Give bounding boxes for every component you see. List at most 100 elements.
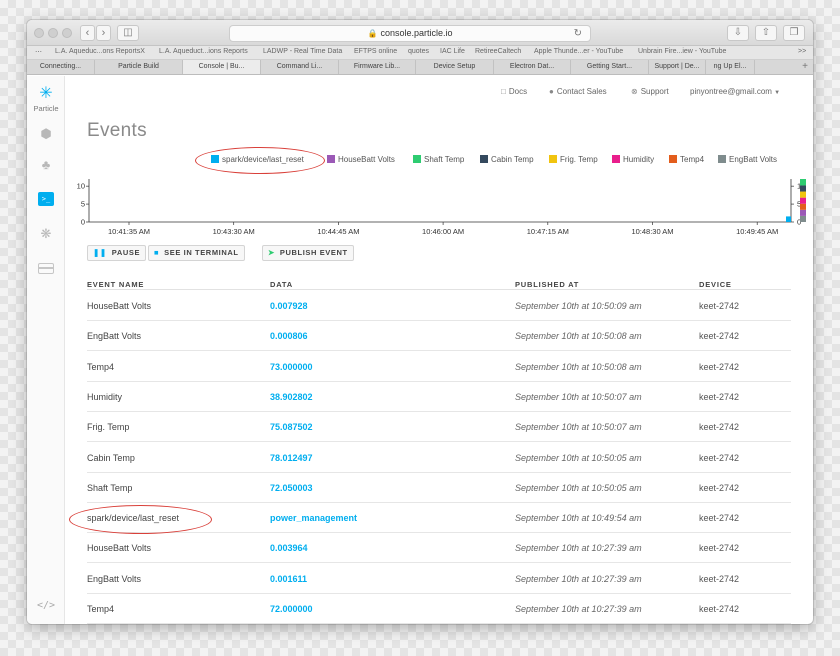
products-icon[interactable]: ♣ [38, 157, 54, 173]
publish-event-button[interactable]: ➤ PUBLISH EVENT [262, 245, 354, 261]
column-header-device[interactable]: DEVICE [699, 280, 732, 289]
x-tick-label: 10:43:30 AM [213, 227, 255, 236]
device-cell[interactable]: keet-2742 [699, 443, 739, 473]
download-icon[interactable]: ⇩ [727, 25, 749, 41]
browser-tab[interactable]: Firmware Lib... [339, 60, 416, 74]
published-at-cell: September 10th at 10:49:54 am [515, 513, 642, 524]
x-tick-label: 10:44:45 AM [317, 227, 359, 236]
event-name-cell: Shaft Temp [87, 482, 133, 493]
bookmark-item[interactable]: L.A. Aqueduct...ions Reports [159, 48, 248, 55]
bookmark-item[interactable]: Apple Thunde...er - YouTube [534, 48, 623, 55]
device-cell[interactable]: keet-2742 [699, 321, 739, 351]
integrations-icon[interactable]: ❋ [38, 226, 54, 242]
close-window-button[interactable] [34, 28, 44, 38]
new-tab-button[interactable]: + [797, 60, 813, 74]
terminal-icon[interactable]: >_ [38, 192, 54, 206]
legend-item[interactable]: Frig. Temp [549, 154, 598, 166]
share-icon[interactable]: ⇧ [755, 25, 777, 41]
legend-swatch [549, 155, 557, 163]
bookmark-item[interactable]: EFTPS online [354, 48, 397, 55]
legend-item[interactable]: Humidity [612, 154, 654, 166]
table-row[interactable]: Shaft Temp 72.050003 September 10th at 10:… [87, 473, 791, 503]
legend-item[interactable]: HouseBatt Volts [327, 154, 395, 166]
chart-bar-last-reset[interactable] [786, 216, 791, 222]
chart-stacked-segment[interactable] [800, 191, 806, 198]
pause-button[interactable]: ❚❚ PAUSE [87, 245, 147, 261]
tabs-overview-icon[interactable]: ❐ [783, 25, 805, 41]
particle-logo-icon[interactable]: ✳ [37, 86, 55, 102]
device-cell[interactable]: keet-2742 [699, 412, 739, 442]
device-cell[interactable]: keet-2742 [699, 564, 739, 594]
code-icon[interactable]: </> [35, 600, 57, 611]
address-bar[interactable]: 🔒 console.particle.io ↻ [229, 25, 591, 42]
browser-tab[interactable]: Electron Dat... [494, 60, 571, 74]
event-data-cell: 73.000000 [270, 361, 313, 372]
table-row[interactable]: EngBatt Volts 0.001611 September 10th at 1… [87, 564, 791, 594]
minimize-window-button[interactable] [48, 28, 58, 38]
account-menu[interactable]: pinyontree@gmail.com ▼ [690, 87, 780, 96]
device-cell[interactable]: keet-2742 [699, 473, 739, 503]
browser-tab[interactable]: Device Setup [416, 60, 494, 74]
legend-item[interactable]: EngBatt Volts [718, 154, 777, 166]
column-header-event-name[interactable]: EVENT NAME [87, 280, 144, 289]
publish-event-label: PUBLISH EVENT [279, 248, 348, 257]
back-icon[interactable]: ‹ [80, 25, 95, 41]
docs-link[interactable]: □ Docs [501, 87, 527, 96]
browser-tab-active[interactable]: Console | Bu... [183, 60, 261, 74]
device-cell[interactable]: keet-2742 [699, 352, 739, 382]
table-row[interactable]: Cabin Temp 78.012497 September 10th at 10:… [87, 443, 791, 473]
table-row[interactable]: Frig. Temp 75.087502 September 10th at 10:… [87, 412, 791, 443]
bookmark-item[interactable]: RetireeCaltech [475, 48, 521, 55]
zoom-window-button[interactable] [62, 28, 72, 38]
event-data-cell: 0.003964 [270, 543, 308, 554]
table-row[interactable]: Humidity 38.902802 September 10th at 10:50… [87, 382, 791, 412]
published-at-cell: September 10th at 10:27:39 am [515, 543, 642, 554]
event-data-cell: 72.050003 [270, 482, 313, 493]
table-row[interactable]: Temp4 72.000000 September 10th at 10:27:39… [87, 594, 791, 624]
device-cell[interactable]: keet-2742 [699, 503, 739, 533]
legend-item[interactable]: Shaft Temp [413, 154, 464, 166]
bookmark-item[interactable]: quotes [408, 48, 429, 55]
bookmark-item[interactable]: Unbrain Fire...iew - YouTube [638, 48, 726, 55]
table-row[interactable]: Temp4 73.000000 September 10th at 10:50:08… [87, 352, 791, 382]
event-name-cell: HouseBatt Volts [87, 301, 152, 311]
chart-stacked-segment[interactable] [800, 197, 806, 204]
cube-icon[interactable]: ⬢ [38, 126, 54, 142]
lock-icon: 🔒 [367, 29, 378, 38]
column-header-data[interactable]: DATA [270, 280, 293, 289]
legend-item[interactable]: Cabin Temp [480, 154, 534, 166]
billing-card-icon[interactable] [38, 263, 54, 274]
contact-sales-link[interactable]: ● Contact Sales [549, 87, 607, 96]
bookmarks-overflow-icon[interactable]: >> [798, 48, 806, 55]
bookmark-item[interactable]: IAC Life [440, 48, 465, 55]
chart-stacked-segment[interactable] [800, 179, 806, 186]
forward-icon[interactable]: › [96, 25, 111, 41]
reload-icon[interactable]: ↻ [574, 26, 582, 41]
bookmark-item[interactable]: L.A. Aqueduc...ons ReportsX [55, 48, 145, 55]
table-row[interactable]: HouseBatt Volts 0.003964 September 10th at… [87, 533, 791, 564]
sidebar-toggle-icon[interactable]: ◫ [117, 25, 139, 41]
legend-item[interactable]: Temp4 [669, 154, 704, 166]
table-row[interactable]: EngBatt Volts 0.000806 September 10th at 1… [87, 321, 791, 352]
browser-tab[interactable]: Command Li... [261, 60, 339, 74]
support-link[interactable]: ⊗ Support [631, 87, 669, 96]
browser-tab[interactable]: Support | De... [649, 60, 706, 74]
browser-tab[interactable]: Getting Start... [571, 60, 649, 74]
table-row[interactable]: HouseBatt Volts 0.007928 September 10th at… [87, 291, 791, 321]
chart-stacked-segment[interactable] [800, 215, 806, 222]
see-in-terminal-button[interactable]: ■ SEE IN TERMINAL [148, 245, 245, 261]
bookmarks-grid-icon[interactable]: ⋯ [35, 48, 42, 56]
device-cell[interactable]: keet-2742 [699, 594, 739, 624]
device-cell[interactable]: keet-2742 [699, 533, 739, 563]
browser-tab[interactable]: Connecting... [27, 60, 95, 74]
chart-stacked-segment[interactable] [800, 203, 806, 210]
url-text: console.particle.io [380, 28, 453, 38]
browser-tab[interactable]: ng Up El... [706, 60, 755, 74]
column-header-published-at[interactable]: PUBLISHED AT [515, 280, 579, 289]
chart-stacked-segment[interactable] [800, 209, 806, 216]
device-cell[interactable]: keet-2742 [699, 291, 739, 321]
browser-tab[interactable]: Particle Build [95, 60, 183, 74]
chart-stacked-segment[interactable] [800, 185, 806, 192]
device-cell[interactable]: keet-2742 [699, 382, 739, 412]
bookmark-item[interactable]: LADWP - Real Time Data [263, 48, 342, 55]
